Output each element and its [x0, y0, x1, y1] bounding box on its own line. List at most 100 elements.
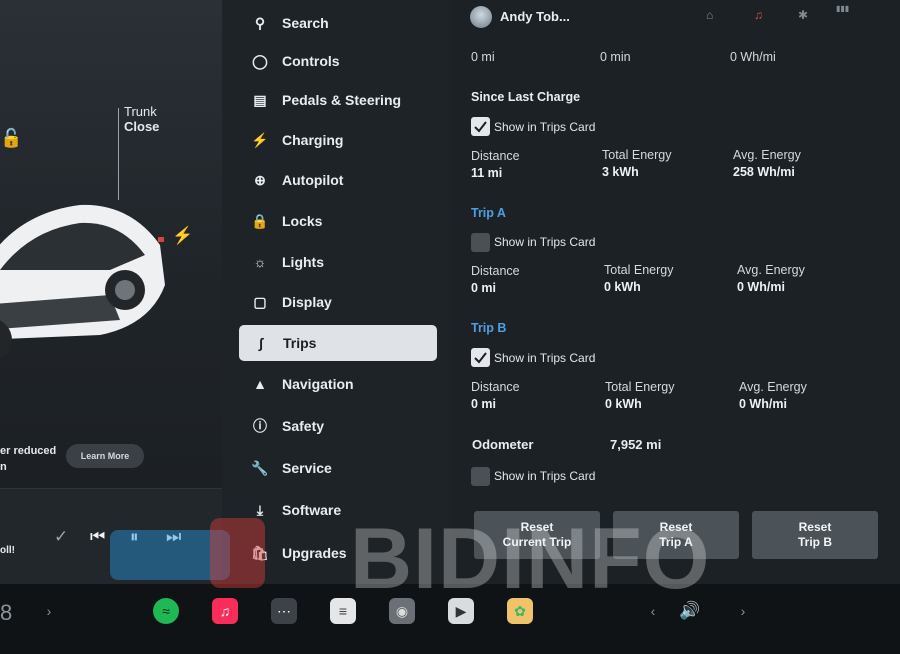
menu-item-label: Navigation [282, 376, 354, 392]
stat-value: 258 Wh/mi [733, 165, 795, 179]
music-icon[interactable]: ♫ [212, 598, 238, 624]
unlock-icon[interactable]: 🔓 [0, 128, 22, 149]
temperature-display[interactable]: 8 [0, 600, 12, 626]
pause-icon[interactable]: ⏸ [130, 527, 139, 547]
trip-b-show-label: Show in Trips Card [494, 351, 596, 365]
stat-label: Total Energy [605, 380, 675, 394]
bolt-icon: ⚡ [251, 131, 269, 148]
menu-item-autopilot[interactable]: ⊕ Autopilot [238, 162, 436, 198]
menu-item-label: Software [282, 502, 342, 518]
stat-label: Total Energy [604, 263, 674, 277]
checkmark-icon[interactable]: ✓ [54, 527, 68, 547]
top-duration-value: 0 min [600, 50, 631, 64]
menu-item-display[interactable]: ▢ Display [238, 284, 436, 320]
menu-item-label: Autopilot [282, 172, 344, 188]
download-icon: ⤓ [256, 501, 264, 518]
button-line: Trip B [797, 535, 832, 549]
notice-text: er reduced n [0, 443, 56, 475]
menu-item-trips[interactable]: ∫ Trips [239, 325, 437, 361]
previous-track-icon[interactable]: ⏮ [90, 527, 105, 547]
menu-item-label: Locks [282, 213, 323, 229]
reset-current-trip-button[interactable]: Reset Current Trip [474, 511, 600, 559]
menu-item-controls[interactable]: ◯ Controls [238, 43, 436, 79]
menu-item-label: Trips [283, 335, 317, 351]
user-name[interactable]: Andy Tob... [500, 9, 570, 24]
menu-item-pedals-steering[interactable]: ▤ Pedals & Steering [238, 82, 436, 118]
trip-b-checkbox[interactable] [471, 348, 490, 367]
chevron-right-icon[interactable]: › [36, 598, 62, 624]
bottom-dock: 8 › ≈ ♫ ⋯ ≡ ◉ ▶ ✿ ‹ 🔊 › [0, 584, 900, 654]
sun-icon: ☼ [253, 254, 267, 270]
car-icon: ▤ [253, 91, 267, 108]
trunk-control[interactable]: Trunk Close [124, 104, 159, 134]
trips-icon: ∫ [259, 335, 263, 351]
stat-label: Avg. Energy [737, 263, 805, 277]
menu-item-lights[interactable]: ☼ Lights [238, 244, 436, 280]
video-icon[interactable]: ▶ [448, 598, 474, 624]
stat-value: 0 kWh [605, 397, 642, 411]
reset-trip-b-button[interactable]: Reset Trip B [752, 511, 878, 559]
menu-item-upgrades[interactable]: 🛍 Upgrades [238, 535, 436, 571]
volume-icon[interactable]: 🔊 [677, 598, 703, 624]
notes-icon[interactable]: ≡ [330, 598, 356, 624]
trip-a-show-label: Show in Trips Card [494, 235, 596, 249]
menu-item-label: Charging [282, 132, 344, 148]
learn-more-button[interactable]: Learn More [66, 444, 144, 468]
wrench-icon: 🔧 [251, 459, 269, 476]
garage-icon[interactable]: ⌂ [706, 8, 713, 22]
navigation-arrow-icon: ▲ [253, 376, 267, 392]
menu-item-locks[interactable]: 🔒 Locks [238, 203, 436, 239]
stat-label: Distance [471, 264, 520, 278]
check-icon [474, 121, 487, 133]
odometer-show-label: Show in Trips Card [494, 469, 596, 483]
since-last-charge-title: Since Last Charge [471, 90, 581, 104]
since-last-charge-show-label: Show in Trips Card [494, 120, 596, 134]
stat-label: Avg. Energy [739, 380, 807, 394]
slc-avg-energy: Avg. Energy 258 Wh/mi [733, 148, 801, 179]
alarm-bell-icon[interactable]: ♫ [754, 8, 763, 22]
stat-label: Distance [471, 380, 520, 394]
menu-item-label: Upgrades [282, 545, 347, 561]
more-icon[interactable]: ⋯ [271, 598, 297, 624]
stat-label: Distance [471, 149, 520, 163]
stat-label: Total Energy [602, 148, 672, 162]
charge-port-bolt-icon[interactable]: ⚡ [172, 226, 193, 246]
menu-item-service[interactable]: 🔧 Service [238, 450, 436, 486]
check-icon [474, 352, 487, 364]
stat-value: 0 Wh/mi [739, 397, 787, 411]
menu-item-safety[interactable]: ⓘ Safety [238, 408, 436, 444]
since-last-charge-checkbox[interactable] [471, 117, 490, 136]
menu-item-search[interactable]: ⚲ Search [238, 5, 436, 41]
trunk-label: Trunk [124, 104, 157, 119]
trip-a-total-energy: Total Energy 0 kWh [604, 263, 673, 294]
stat-value: 0 mi [471, 281, 497, 295]
avatar[interactable] [470, 6, 492, 28]
car-image[interactable] [0, 175, 190, 375]
chevron-right-icon[interactable]: › [730, 598, 756, 624]
bluetooth-icon[interactable]: ✱ [798, 8, 808, 22]
stat-value: 0 kWh [604, 280, 641, 294]
top-energy-value: 0 Wh/mi [730, 50, 776, 64]
menu-item-software[interactable]: ⤓ Software [238, 492, 436, 528]
photos-icon[interactable]: ✿ [507, 598, 533, 624]
trunk-status[interactable]: Close [124, 119, 159, 134]
trip-a-distance: Distance 0 mi [471, 264, 520, 295]
trips-panel: Andy Tob... ⌂ ♫ ✱ ▮▮▮ 0 mi 0 min 0 Wh/mi… [452, 0, 900, 584]
top-status-bar: Andy Tob... ⌂ ♫ ✱ ▮▮▮ [452, 0, 900, 34]
trip-a-checkbox[interactable] [471, 233, 490, 252]
spotify-icon[interactable]: ≈ [153, 598, 179, 624]
button-line: Current Trip [502, 535, 572, 549]
camera-icon[interactable]: ◉ [389, 598, 415, 624]
odometer-checkbox[interactable] [471, 467, 490, 486]
next-track-icon[interactable]: ⏭ [166, 527, 181, 547]
button-line: Trip A [659, 535, 693, 549]
reset-trip-a-button[interactable]: Reset Trip A [613, 511, 739, 559]
lte-signal-icon: ▮▮▮ [836, 4, 850, 13]
trip-a-avg-energy: Avg. Energy 0 Wh/mi [737, 263, 805, 294]
toggle-icon: ◯ [252, 52, 268, 69]
menu-item-navigation[interactable]: ▲ Navigation [238, 366, 436, 402]
menu-item-charging[interactable]: ⚡ Charging [238, 122, 436, 158]
trip-a-title: Trip A [471, 206, 506, 220]
stat-value: 3 kWh [602, 165, 639, 179]
chevron-left-icon[interactable]: ‹ [640, 598, 666, 624]
